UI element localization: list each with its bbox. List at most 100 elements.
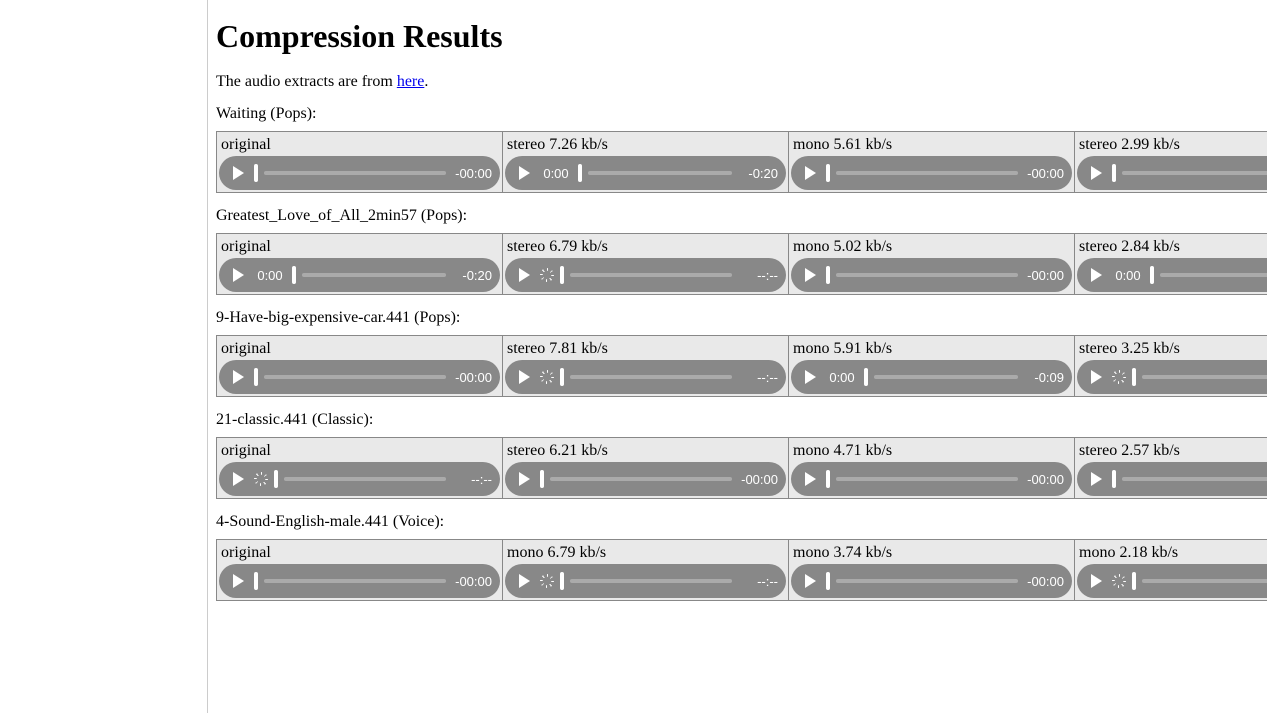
seek-track[interactable] <box>302 273 446 277</box>
audio-cell: stereo 3.25 kb/s <box>1075 336 1267 396</box>
seek-track[interactable] <box>1142 579 1267 583</box>
seek-track[interactable] <box>874 375 1018 379</box>
seek-track[interactable] <box>264 579 446 583</box>
play-icon[interactable] <box>233 370 244 384</box>
seek-track[interactable] <box>1160 273 1267 277</box>
seek-thumb[interactable] <box>826 164 830 182</box>
play-icon[interactable] <box>233 472 244 486</box>
play-icon[interactable] <box>519 268 530 282</box>
audio-cell: mono 6.79 kb/s--:-- <box>503 540 789 600</box>
audio-player[interactable] <box>1077 462 1267 496</box>
audio-player[interactable]: -00:00 <box>219 564 500 598</box>
audio-variant-label: mono 2.18 kb/s <box>1077 542 1267 562</box>
seek-track[interactable] <box>1122 171 1267 175</box>
remaining-time: -00:00 <box>1024 268 1064 283</box>
seek-track[interactable] <box>836 477 1018 481</box>
seek-track[interactable] <box>588 171 732 175</box>
seek-track[interactable] <box>836 273 1018 277</box>
source-link[interactable]: here <box>397 73 425 90</box>
seek-thumb[interactable] <box>560 368 564 386</box>
audio-player[interactable]: --:-- <box>505 360 786 394</box>
seek-track[interactable] <box>550 477 732 481</box>
audio-cell: stereo 7.81 kb/s--:-- <box>503 336 789 396</box>
seek-thumb[interactable] <box>292 266 296 284</box>
audio-player[interactable] <box>1077 156 1267 190</box>
page-title: Compression Results <box>216 18 1267 55</box>
play-icon[interactable] <box>519 472 530 486</box>
seek-track[interactable] <box>1142 375 1267 379</box>
audio-cell: original0:00-0:20 <box>217 234 503 294</box>
remaining-time: -00:00 <box>1024 472 1064 487</box>
seek-thumb[interactable] <box>560 266 564 284</box>
play-icon[interactable] <box>519 370 530 384</box>
seek-thumb[interactable] <box>864 368 868 386</box>
seek-track[interactable] <box>570 375 732 379</box>
audio-player[interactable]: -00:00 <box>791 462 1072 496</box>
audio-player[interactable]: --:-- <box>505 564 786 598</box>
remaining-time: -00:00 <box>1024 574 1064 589</box>
seek-thumb[interactable] <box>254 164 258 182</box>
play-icon[interactable] <box>1091 370 1102 384</box>
audio-player[interactable]: -00:00 <box>791 564 1072 598</box>
seek-track[interactable] <box>284 477 446 481</box>
play-icon[interactable] <box>1091 472 1102 486</box>
left-sidebar <box>0 0 208 713</box>
audio-cell: original-00:00 <box>217 540 503 600</box>
audio-variant-label: mono 5.02 kb/s <box>791 236 1072 256</box>
audio-player[interactable] <box>1077 360 1267 394</box>
audio-player[interactable]: 0:00-0:09 <box>791 360 1072 394</box>
audio-player[interactable]: 0:00-0:20 <box>219 258 500 292</box>
seek-thumb[interactable] <box>826 470 830 488</box>
seek-track[interactable] <box>570 273 732 277</box>
play-icon[interactable] <box>1091 166 1102 180</box>
loading-spinner-icon <box>540 574 554 588</box>
seek-track[interactable] <box>836 579 1018 583</box>
seek-thumb[interactable] <box>254 368 258 386</box>
audio-variant-label: mono 5.91 kb/s <box>791 338 1072 358</box>
play-icon[interactable] <box>805 370 816 384</box>
play-icon[interactable] <box>805 268 816 282</box>
audio-player[interactable]: -00:00 <box>505 462 786 496</box>
seek-thumb[interactable] <box>560 572 564 590</box>
play-icon[interactable] <box>1091 574 1102 588</box>
play-icon[interactable] <box>519 574 530 588</box>
current-time: 0:00 <box>826 370 858 385</box>
seek-track[interactable] <box>264 375 446 379</box>
audio-player[interactable]: --:-- <box>219 462 500 496</box>
audio-player[interactable]: 0:00-0:20 <box>505 156 786 190</box>
audio-cell: mono 2.18 kb/s <box>1075 540 1267 600</box>
audio-player[interactable]: -00:00 <box>219 156 500 190</box>
play-icon[interactable] <box>805 574 816 588</box>
intro-text-prefix: The audio extracts are from <box>216 73 397 90</box>
seek-thumb[interactable] <box>1112 164 1116 182</box>
audio-player[interactable]: 0:00 <box>1077 258 1267 292</box>
play-icon[interactable] <box>805 472 816 486</box>
seek-thumb[interactable] <box>578 164 582 182</box>
audio-cell: stereo 6.79 kb/s--:-- <box>503 234 789 294</box>
audio-player[interactable]: -00:00 <box>791 156 1072 190</box>
seek-track[interactable] <box>570 579 732 583</box>
audio-player[interactable]: -00:00 <box>791 258 1072 292</box>
seek-thumb[interactable] <box>1150 266 1154 284</box>
seek-track[interactable] <box>1122 477 1267 481</box>
seek-thumb[interactable] <box>1132 572 1136 590</box>
seek-track[interactable] <box>264 171 446 175</box>
play-icon[interactable] <box>233 574 244 588</box>
play-icon[interactable] <box>805 166 816 180</box>
audio-row: original--:--stereo 6.21 kb/s-00:00mono … <box>216 437 1267 499</box>
play-icon[interactable] <box>233 268 244 282</box>
seek-thumb[interactable] <box>540 470 544 488</box>
play-icon[interactable] <box>233 166 244 180</box>
seek-track[interactable] <box>836 171 1018 175</box>
seek-thumb[interactable] <box>826 266 830 284</box>
seek-thumb[interactable] <box>1112 470 1116 488</box>
seek-thumb[interactable] <box>826 572 830 590</box>
play-icon[interactable] <box>519 166 530 180</box>
seek-thumb[interactable] <box>274 470 278 488</box>
audio-player[interactable]: --:-- <box>505 258 786 292</box>
seek-thumb[interactable] <box>1132 368 1136 386</box>
seek-thumb[interactable] <box>254 572 258 590</box>
audio-player[interactable] <box>1077 564 1267 598</box>
play-icon[interactable] <box>1091 268 1102 282</box>
audio-player[interactable]: -00:00 <box>219 360 500 394</box>
